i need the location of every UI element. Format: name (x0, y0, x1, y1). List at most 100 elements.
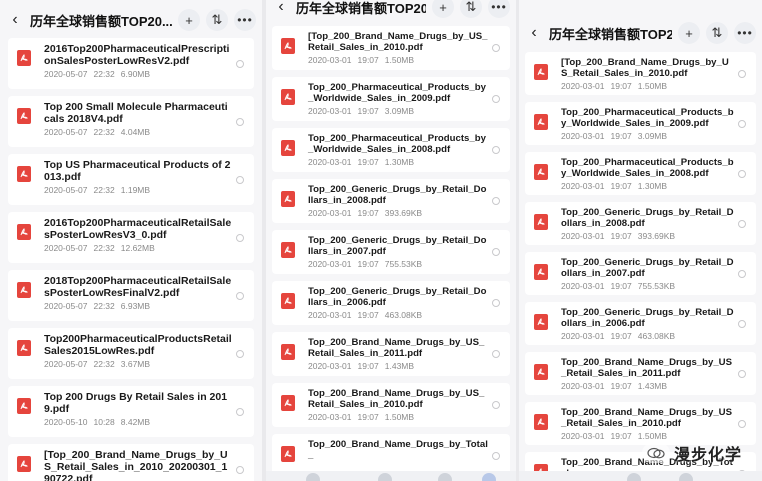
toolbar-icon[interactable] (482, 473, 496, 481)
more-button[interactable]: ••• (234, 9, 256, 31)
select-radio[interactable] (236, 175, 244, 184)
select-radio[interactable] (738, 419, 746, 428)
file-meta: 2020-03-01 19:07 1.50MB (561, 431, 734, 441)
toolbar-icon[interactable] (679, 473, 693, 481)
file-list-item[interactable]: Top US Pharmaceutical Products of 2013.p… (8, 154, 254, 205)
file-meta: 2020-05-07 22:32 6.93MB (44, 301, 232, 311)
bottom-toolbar (519, 471, 762, 481)
file-list-item[interactable]: Top_200_Generic_Drugs_by_Retail_Dollars_… (272, 281, 510, 325)
sort-button[interactable]: ⇅ (460, 0, 482, 18)
select-radio[interactable] (492, 146, 500, 154)
file-list-item[interactable]: Top200PharmaceuticalProductsRetailSales2… (8, 328, 254, 379)
file-list-item[interactable]: Top_200_Pharmaceutical_Products_by_World… (272, 128, 510, 172)
file-meta: 2020-03-01 19:07 3.09MB (561, 131, 734, 141)
file-list-item[interactable]: Top_200_Pharmaceutical_Products_by_World… (525, 102, 756, 145)
file-date: 2020-03-01 (308, 310, 352, 320)
file-list-item[interactable]: Top_200_Pharmaceutical_Products_by_World… (525, 152, 756, 195)
select-radio[interactable] (738, 369, 746, 378)
add-button[interactable]: + (432, 0, 454, 18)
file-meta: 2020-05-07 22:32 1.19MB (44, 185, 232, 195)
pdf-icon (534, 64, 548, 80)
select-radio[interactable] (492, 95, 500, 103)
toolbar-icon[interactable] (378, 473, 392, 481)
pdf-icon (534, 314, 548, 330)
file-time: 22:32 (93, 69, 115, 79)
file-date: 2020-03-01 (561, 431, 605, 441)
select-radio[interactable] (738, 69, 746, 78)
file-date: 2020-05-10 (44, 417, 88, 427)
select-radio[interactable] (738, 169, 746, 178)
file-list-item[interactable]: Top_200_Pharmaceutical_Products_by_World… (272, 77, 510, 121)
file-list-item[interactable]: Top_200_Generic_Drugs_by_Retail_Dollars_… (272, 179, 510, 223)
select-radio[interactable] (236, 117, 244, 126)
add-button[interactable]: + (178, 9, 200, 31)
file-list-item[interactable]: 2018Top200PharmaceuticalRetailSalesPoste… (8, 270, 254, 321)
select-radio[interactable] (492, 401, 500, 409)
select-radio[interactable] (492, 350, 500, 358)
file-size: 755.53KB (384, 259, 423, 269)
more-button[interactable]: ••• (488, 0, 510, 18)
file-list-item[interactable]: 2016Top200PharmaceuticalRetailSalesPoste… (8, 212, 254, 263)
pdf-icon (17, 108, 31, 124)
pdf-icon (17, 340, 31, 356)
file-list-item[interactable]: [Top_200_Brand_Name_Drugs_by_US_Retail_S… (272, 26, 510, 70)
toolbar-icon[interactable] (438, 473, 452, 481)
file-date: 2020-03-01 (561, 131, 605, 141)
file-name: Top_200_Brand_Name_Drugs_by_US_Retail_Sa… (561, 407, 732, 429)
file-meta: 2020-05-07 22:32 4.04MB (44, 127, 232, 137)
toolbar-icon[interactable] (627, 473, 641, 481)
file-size: 1.30MB (637, 181, 668, 191)
select-radio[interactable] (236, 291, 244, 300)
more-icon: ••• (737, 26, 753, 40)
select-radio[interactable] (236, 59, 244, 68)
file-list-item[interactable]: [Top_200_Brand_Name_Drugs_by_US_Retail_S… (8, 444, 254, 481)
back-arrow-icon[interactable]: ‹ (525, 24, 543, 42)
more-button[interactable]: ••• (734, 22, 756, 44)
file-list-item[interactable]: Top_200_Brand_Name_Drugs_by_US_Retail_Sa… (272, 332, 510, 376)
sort-button[interactable]: ⇅ (706, 22, 728, 44)
select-radio[interactable] (738, 119, 746, 128)
select-radio[interactable] (236, 233, 244, 242)
file-name: 2016Top200PharmaceuticalRetailSalesPoste… (44, 217, 232, 241)
file-date: 2020-05-07 (44, 69, 88, 79)
file-list-item[interactable]: Top_200_Generic_Drugs_by_Retail_Dollars_… (272, 230, 510, 274)
file-size: 463.08KB (637, 331, 676, 341)
select-radio[interactable] (492, 452, 500, 460)
file-time: 19:07 (610, 81, 632, 91)
back-arrow-icon[interactable]: ‹ (6, 11, 24, 29)
file-list-item[interactable]: Top 200 Drugs By Retail Sales in 2019.pd… (8, 386, 254, 437)
back-arrow-icon[interactable]: ‹ (272, 0, 290, 16)
file-list-item[interactable]: Top 200 Small Molecule Pharmaceuticals 2… (8, 96, 254, 147)
select-radio[interactable] (738, 219, 746, 228)
file-name: Top_200_Pharmaceutical_Products_by_World… (308, 82, 486, 104)
select-radio[interactable] (738, 269, 746, 278)
file-list-item[interactable]: Top_200_Brand_Name_Drugs_by_US_Retail_Sa… (525, 402, 756, 445)
select-radio[interactable] (492, 44, 500, 52)
file-list-item[interactable]: Top_200_Brand_Name_Drugs_by_US_Retail_Sa… (525, 352, 756, 395)
select-radio[interactable] (236, 407, 244, 416)
select-radio[interactable] (738, 319, 746, 328)
file-list-item[interactable]: Top_200_Generic_Drugs_by_Retail_Dollars_… (525, 252, 756, 295)
file-list-item[interactable]: Top_200_Brand_Name_Drugs_by_US_Retail_Sa… (272, 383, 510, 427)
sort-button[interactable]: ⇅ (206, 9, 228, 31)
file-name: Top_200_Generic_Drugs_by_Retail_Dollars_… (308, 286, 487, 308)
folder-title: 历年全球销售额TOP20... (549, 26, 672, 42)
file-size: 1.43MB (384, 361, 415, 371)
toolbar-icon[interactable] (306, 473, 320, 481)
add-button[interactable]: + (678, 22, 700, 44)
file-meta: 2020-03-01 19:07 393.69KB (308, 208, 488, 218)
file-name: Top_200_Generic_Drugs_by_Retail_Dollars_… (308, 235, 487, 257)
file-list-panel-2: ‹ 历年全球销售额TOP20... + ⇅ ••• [Top_200_Brand… (266, 0, 516, 481)
file-list-item[interactable]: Top_200_Generic_Drugs_by_Retail_Dollars_… (525, 302, 756, 345)
file-date: 2020-03-01 (561, 331, 605, 341)
folder-title: 历年全球销售额TOP20... (30, 13, 172, 29)
file-date: 2020-03-01 (308, 412, 352, 422)
select-radio[interactable] (492, 299, 500, 307)
select-radio[interactable] (236, 349, 244, 358)
file-list-item[interactable]: 2016Top200PharmaceuticalPrescriptionSale… (8, 38, 254, 89)
file-list-item[interactable]: [Top_200_Brand_Name_Drugs_by_US_Retail_S… (525, 52, 756, 95)
select-radio[interactable] (492, 248, 500, 256)
select-radio[interactable] (492, 197, 500, 205)
file-list-item[interactable]: Top_200_Generic_Drugs_by_Retail_Dollars_… (525, 202, 756, 245)
select-radio[interactable] (236, 465, 244, 474)
